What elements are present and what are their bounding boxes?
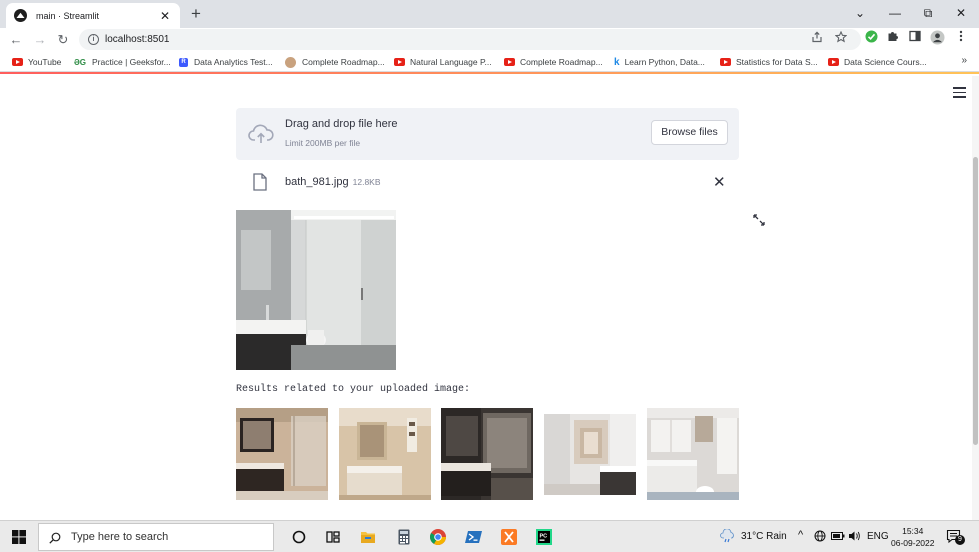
- file-icon: [253, 173, 267, 191]
- remove-file-button[interactable]: ✕: [713, 173, 726, 191]
- browser-tab[interactable]: main · Streamlit ✕: [6, 3, 180, 28]
- weather-icon[interactable]: [720, 528, 736, 546]
- chevron-up-icon[interactable]: ^: [798, 529, 803, 541]
- extensions-puzzle-icon[interactable]: [884, 30, 902, 48]
- close-window-button[interactable]: ✕: [946, 3, 976, 23]
- bookmark-label: Natural Language P...: [410, 57, 492, 67]
- cortana-icon[interactable]: [290, 528, 308, 546]
- extension-green-icon[interactable]: [862, 30, 880, 48]
- bookmark-item[interactable]: YouTube: [12, 55, 61, 69]
- bookmark-label: Complete Roadmap...: [520, 57, 603, 67]
- tab-title: main · Streamlit: [36, 10, 100, 21]
- task-view-icon[interactable]: [324, 528, 342, 546]
- bookmark-label: Complete Roadmap...: [302, 57, 385, 67]
- side-panel-icon[interactable]: [906, 30, 924, 48]
- dropzone-title: Drag and drop file here: [285, 118, 398, 130]
- file-size: 12.8KB: [352, 177, 381, 187]
- bookmark-star-icon[interactable]: [833, 30, 849, 47]
- minimize-button[interactable]: —: [880, 3, 910, 23]
- scrollbar-thumb[interactable]: [973, 157, 978, 445]
- file-uploader-dropzone[interactable]: Drag and drop file here Limit 200MB per …: [236, 108, 739, 160]
- youtube-icon: [720, 58, 731, 66]
- bookmark-label: Practice | Geeksfor...: [92, 57, 171, 67]
- clock-time: 15:34: [902, 526, 924, 536]
- bookmark-item[interactable]: Complete Roadmap...: [504, 55, 603, 69]
- browse-files-button[interactable]: Browse files: [651, 120, 728, 145]
- bookmark-item[interactable]: Complete Roadmap...: [285, 55, 385, 69]
- weather-text[interactable]: 31°C Rain: [741, 531, 787, 542]
- powershell-icon[interactable]: [465, 528, 483, 546]
- bookmark-item[interactable]: R Data Analytics Test...: [179, 55, 273, 69]
- clock-date: 06-09-2022: [891, 538, 935, 548]
- results-label: Results related to your uploaded image:: [236, 384, 471, 395]
- bookmark-label: Statistics for Data S...: [736, 57, 818, 67]
- windows-taskbar: Type here to search PC 31°C Rain ^ ENG 1…: [0, 520, 979, 552]
- network-globe-icon[interactable]: [814, 530, 826, 545]
- address-bar[interactable]: i localhost:8501: [79, 29, 861, 50]
- site-info-icon[interactable]: i: [88, 34, 99, 45]
- search-placeholder: Type here to search: [71, 531, 169, 543]
- result-image: [236, 408, 328, 500]
- language-indicator[interactable]: ENG: [867, 531, 889, 542]
- forward-button[interactable]: →: [30, 30, 50, 50]
- browser-menu-icon[interactable]: [952, 30, 970, 48]
- bookmark-item[interactable]: Natural Language P...: [394, 55, 492, 69]
- url-text: localhost:8501: [105, 34, 170, 45]
- fullscreen-expand-icon[interactable]: [752, 213, 766, 227]
- pycharm-icon[interactable]: PC: [535, 528, 553, 546]
- bookmark-label: Data Science Cours...: [844, 57, 927, 67]
- chrome-icon[interactable]: [429, 528, 447, 546]
- maximize-button[interactable]: ⧉: [913, 3, 943, 23]
- result-image: [647, 408, 739, 500]
- tab-search-button[interactable]: ⌄: [845, 3, 875, 23]
- file-explorer-icon[interactable]: [359, 528, 377, 546]
- profile-avatar-icon[interactable]: [928, 30, 946, 48]
- uploaded-image: [236, 210, 396, 370]
- bookmark-item[interactable]: Data Science Cours...: [828, 55, 927, 69]
- search-icon: [49, 531, 61, 544]
- youtube-icon: [504, 58, 515, 66]
- bookmarks-overflow-button[interactable]: »: [961, 55, 967, 66]
- uploaded-file-row: bath_981.jpg 12.8KB ✕: [236, 168, 739, 196]
- geeksforgeeks-icon: ƏG: [74, 57, 87, 67]
- result-image: [441, 408, 533, 500]
- youtube-icon: [12, 58, 23, 66]
- hamburger-menu-icon[interactable]: [953, 87, 966, 98]
- result-image: [339, 408, 431, 500]
- bookmark-item[interactable]: ƏG Practice | Geeksfor...: [74, 55, 171, 69]
- streamlit-favicon-icon: [14, 9, 27, 22]
- bookmarks-bar: YouTube ƏG Practice | Geeksfor... R Data A…: [0, 52, 979, 72]
- bookmark-label: Learn Python, Data...: [624, 57, 705, 67]
- windows-start-icon[interactable]: [12, 530, 26, 544]
- back-button[interactable]: ←: [6, 30, 26, 50]
- share-icon[interactable]: [809, 31, 825, 47]
- file-name-text: bath_981.jpg: [285, 176, 349, 188]
- kaggle-icon: k: [614, 56, 620, 68]
- youtube-icon: [394, 58, 405, 66]
- avatar-icon: [285, 56, 296, 68]
- browser-tab-strip: main · Streamlit ✕ + ⌄ — ⧉ ✕: [0, 0, 979, 28]
- notification-count-badge: 9: [955, 535, 965, 545]
- bookmark-item[interactable]: Statistics for Data S...: [720, 55, 818, 69]
- taskbar-clock[interactable]: 15:34 06-09-2022: [891, 525, 934, 549]
- taskbar-search-input[interactable]: Type here to search: [38, 523, 274, 551]
- cloud-upload-icon: [248, 124, 274, 143]
- new-tab-button[interactable]: +: [186, 4, 206, 24]
- r-site-icon: R: [179, 57, 188, 67]
- calculator-icon[interactable]: [395, 528, 413, 546]
- svg-text:PC: PC: [540, 534, 548, 540]
- xampp-icon[interactable]: [500, 528, 518, 546]
- reload-button[interactable]: ↻: [53, 30, 73, 50]
- youtube-icon: [828, 58, 839, 66]
- result-image: [544, 414, 636, 495]
- dropzone-limit: Limit 200MB per file: [285, 138, 361, 148]
- streamlit-decoration-bar: [0, 72, 979, 74]
- speaker-volume-icon[interactable]: [848, 530, 861, 545]
- bookmark-item[interactable]: k Learn Python, Data...: [614, 55, 705, 69]
- bookmark-label: YouTube: [28, 57, 62, 67]
- battery-icon[interactable]: [831, 531, 845, 544]
- bookmark-label: Data Analytics Test...: [194, 57, 273, 67]
- file-name: bath_981.jpg 12.8KB: [285, 176, 381, 188]
- tab-close-icon[interactable]: ✕: [158, 9, 172, 23]
